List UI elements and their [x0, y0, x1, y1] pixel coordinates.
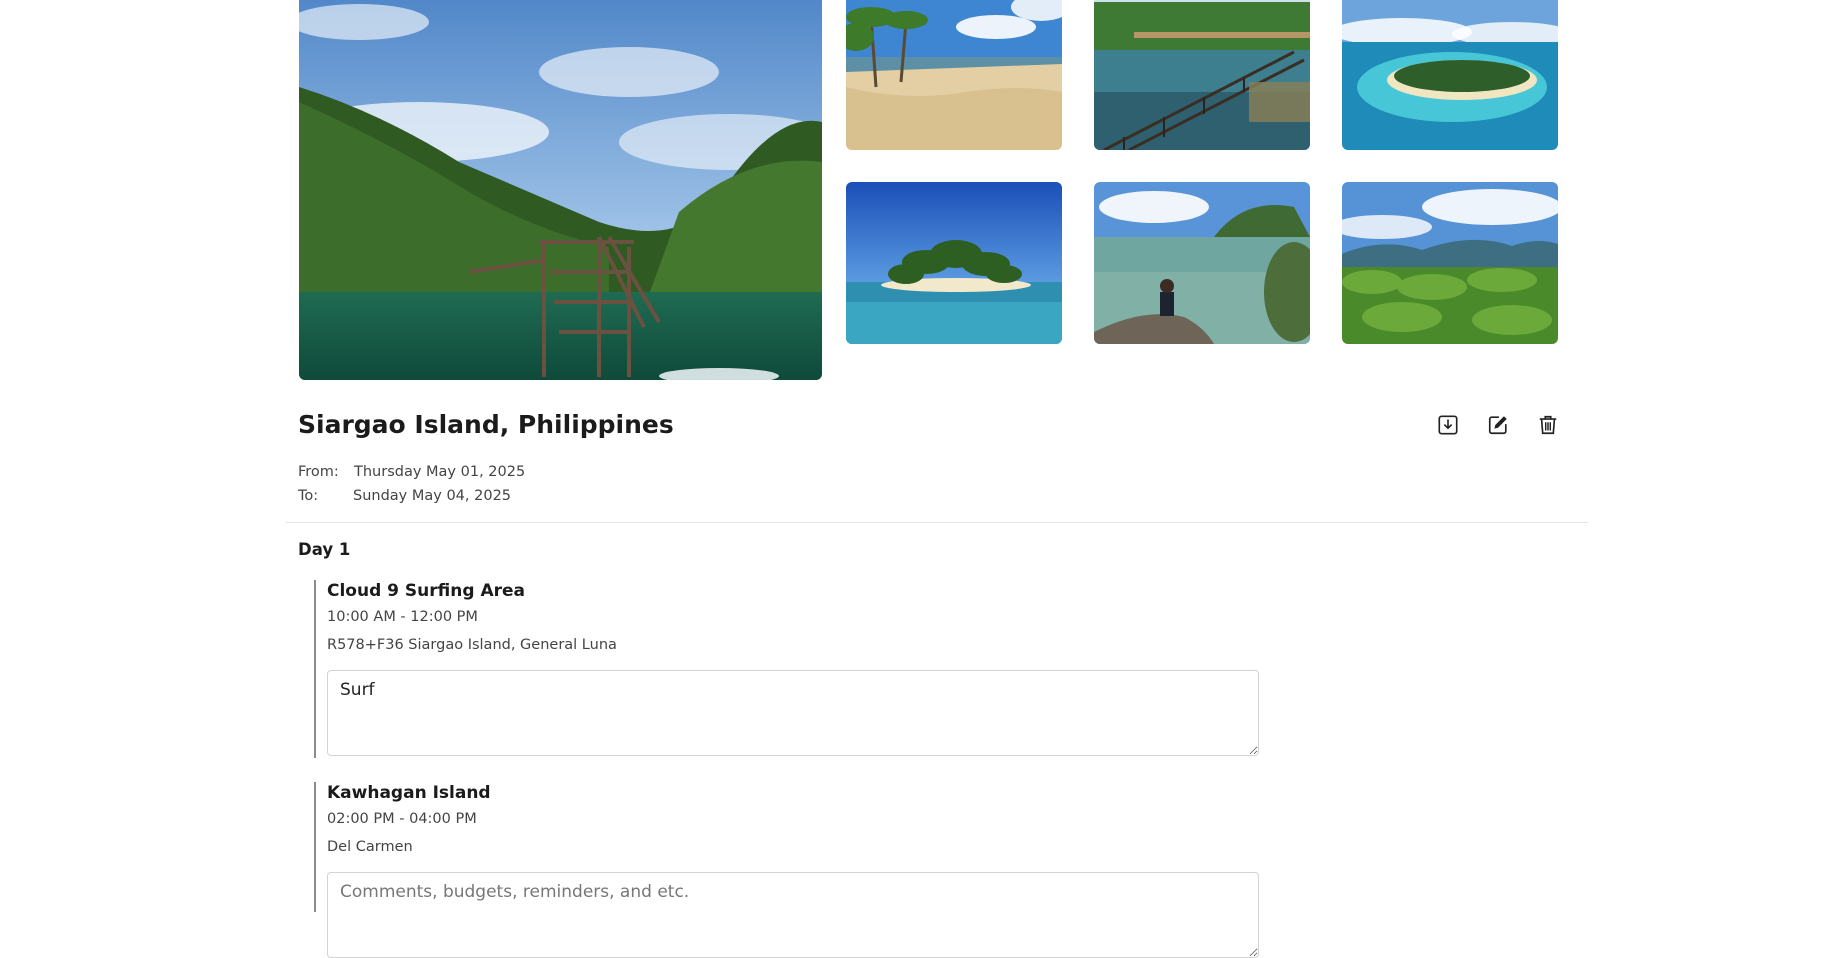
gallery-photo-pier[interactable] [1094, 0, 1310, 150]
to-label: To: [298, 488, 319, 504]
to-row: To: Sunday May 04, 2025 [298, 484, 525, 508]
gallery-photo-aerial-island[interactable] [1342, 0, 1558, 150]
trip-title: Siargao Island, Philippines [298, 410, 674, 439]
to-date: Sunday May 04, 2025 [353, 488, 512, 504]
from-label: From: [298, 464, 339, 480]
gallery-photo-rock-person[interactable] [1094, 182, 1310, 344]
gallery-photo-palm-forest[interactable] [1342, 182, 1558, 344]
trip-dates: From: Thursday May 01, 2025 To: Sunday M… [298, 460, 525, 508]
photo-gallery [0, 0, 1841, 400]
gallery-photo-beach[interactable] [846, 0, 1062, 150]
from-date: Thursday May 01, 2025 [354, 464, 526, 480]
download-icon [1438, 415, 1458, 435]
day-heading: Day 1 [298, 540, 351, 559]
activity-name: Kawhagan Island [327, 783, 491, 803]
activity-comment-field[interactable]: Surf [327, 670, 1259, 756]
delete-button[interactable] [1537, 413, 1559, 437]
activity-name: Cloud 9 Surfing Area [327, 581, 525, 601]
activity-item: Kawhagan Island 02:00 PM - 04:00 PM Del … [314, 782, 1260, 958]
trip-actions [1437, 413, 1559, 437]
gallery-photo-palm-islet[interactable] [846, 182, 1062, 344]
edit-icon [1488, 416, 1507, 435]
activity-time: 02:00 PM - 04:00 PM [327, 811, 477, 827]
from-row: From: Thursday May 01, 2025 [298, 460, 525, 484]
trash-icon [1539, 415, 1557, 435]
download-button[interactable] [1437, 413, 1459, 437]
activity-time: 10:00 AM - 12:00 PM [327, 609, 478, 625]
activity-location: R578+F36 Siargao Island, General Luna [327, 637, 617, 653]
activity-location: Del Carmen [327, 839, 413, 855]
edit-button[interactable] [1487, 413, 1509, 437]
gallery-photo-main[interactable] [299, 0, 822, 380]
activity-comment-field[interactable] [327, 872, 1259, 958]
activity-item: Cloud 9 Surfing Area 10:00 AM - 12:00 PM… [314, 580, 1260, 758]
section-divider [286, 522, 1588, 523]
